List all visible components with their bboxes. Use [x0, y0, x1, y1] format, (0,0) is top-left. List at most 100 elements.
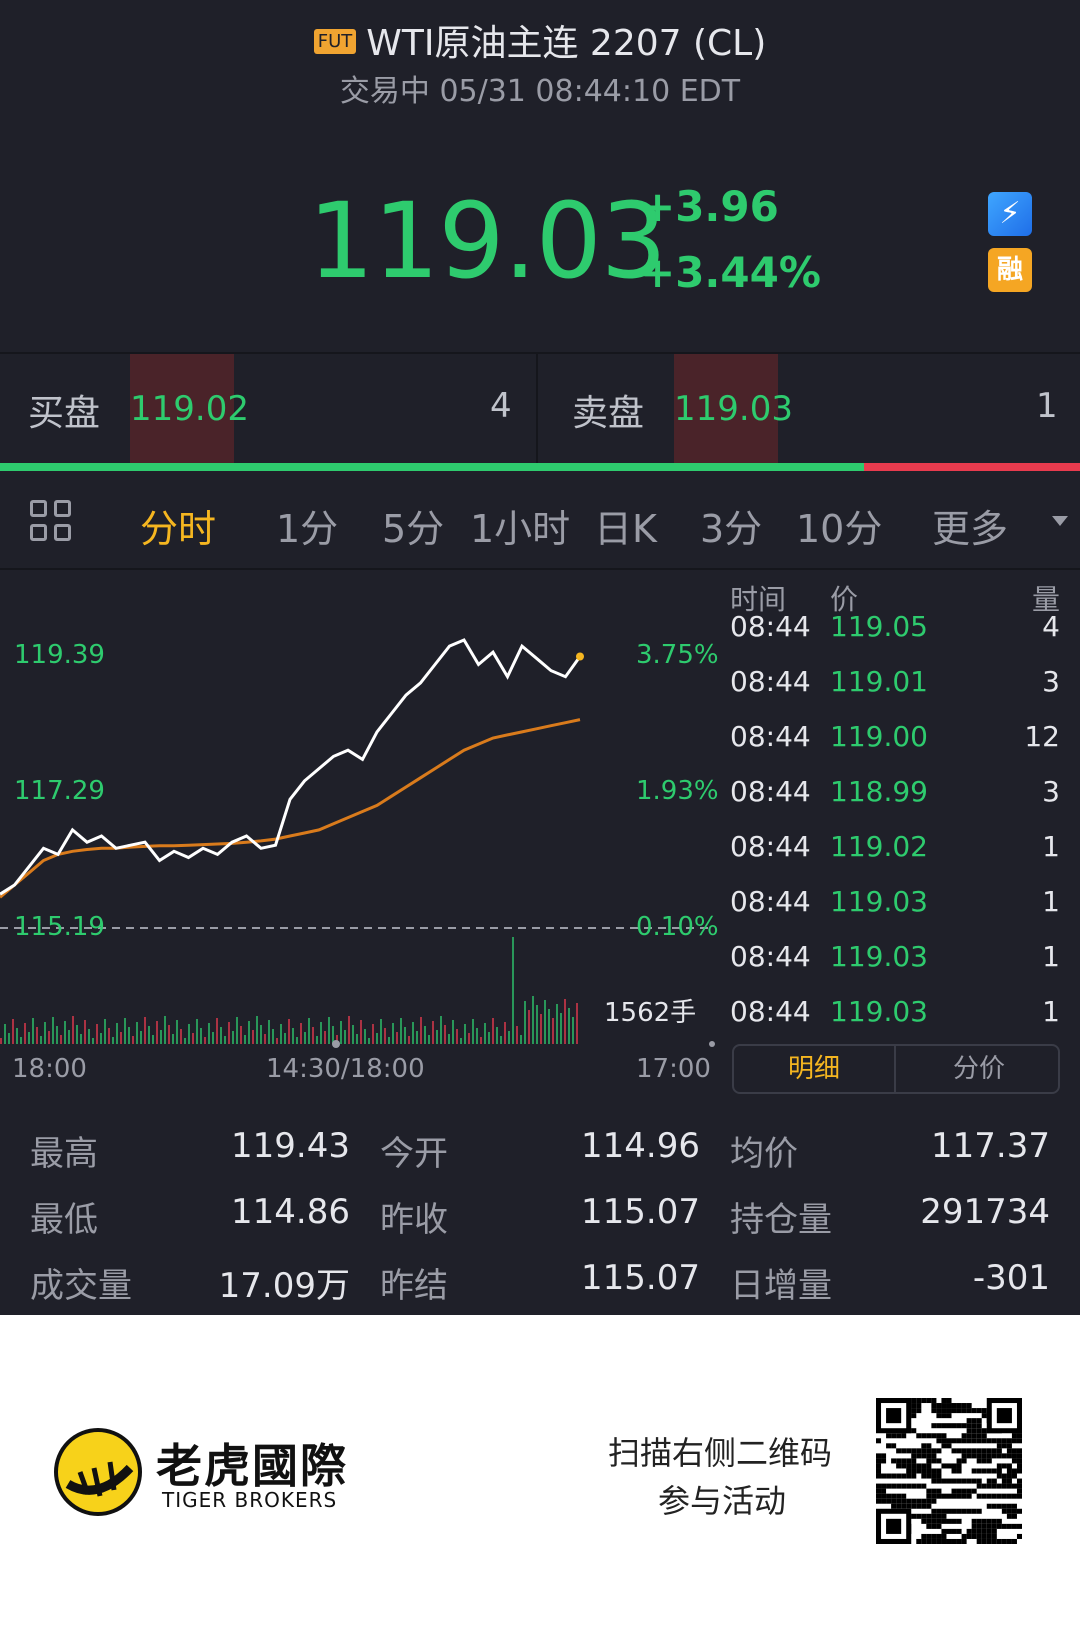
- volume-bar: [100, 1033, 102, 1044]
- tick-row: 08:44 119.03 1: [730, 995, 1060, 1047]
- margin-button[interactable]: 融: [988, 248, 1032, 292]
- volume-bar: [16, 1028, 18, 1044]
- bid-label: 买盘: [28, 393, 101, 434]
- volume-bar: [76, 1025, 78, 1044]
- volume-bar: [160, 1030, 162, 1044]
- y-pct-mid: 1.93%: [636, 776, 719, 806]
- seg-price-button[interactable]: 分价: [898, 1046, 1058, 1092]
- avg-price-line: [0, 718, 581, 899]
- volume-bar: [460, 1038, 462, 1044]
- tick-vol: 4: [1042, 610, 1060, 643]
- volume-bar: [220, 1027, 222, 1044]
- volume-bar: [448, 1034, 450, 1044]
- tick-price: 119.00: [830, 720, 928, 753]
- tick-row: 08:44 119.00 12: [730, 720, 1060, 772]
- volume-bar: [68, 1030, 70, 1044]
- chevron-down-icon[interactable]: [1052, 516, 1068, 526]
- volume-bar: [540, 1014, 542, 1044]
- volume-bar: [280, 1024, 282, 1044]
- brand-name-en: TIGER BROKERS: [162, 1488, 338, 1512]
- tab-5min[interactable]: 5分: [382, 498, 444, 553]
- volume-bar: [532, 996, 534, 1044]
- volume-bar: [568, 1008, 570, 1044]
- volume-bar: [64, 1021, 66, 1044]
- volume-bar: [84, 1020, 86, 1044]
- contract-title: FUT WTI原油主连 2207 (CL): [0, 14, 1080, 66]
- volume-bar: [264, 1034, 266, 1044]
- grid-menu-icon[interactable]: [30, 500, 72, 542]
- volume-bar: [8, 1033, 10, 1044]
- volume-bar: [80, 1034, 82, 1044]
- volume-bar: [204, 1037, 206, 1044]
- last-price: 119.03: [308, 180, 667, 302]
- volume-bar: [308, 1018, 310, 1044]
- volume-bar: [472, 1019, 474, 1044]
- volume-bar: [56, 1026, 58, 1044]
- volume-bar: [300, 1023, 302, 1044]
- volume-bar: [552, 1018, 554, 1044]
- volume-bar: [112, 1037, 114, 1044]
- volume-bar: [256, 1016, 258, 1044]
- tab-3min[interactable]: 3分: [700, 498, 762, 553]
- tab-intraday[interactable]: 分时: [140, 498, 216, 553]
- ask-ratio-fill: [864, 463, 1080, 471]
- volume-bar: [244, 1035, 246, 1044]
- volume-bar: [156, 1021, 158, 1044]
- tick-price: 119.03: [830, 995, 928, 1028]
- volume-bar: [200, 1028, 202, 1044]
- volume-bar: [260, 1025, 262, 1044]
- volume-bar: [284, 1033, 286, 1044]
- tab-1min[interactable]: 1分: [276, 498, 338, 553]
- stat-open-value: 114.96: [581, 1126, 700, 1166]
- bid-price[interactable]: 119.02: [130, 354, 249, 464]
- volume-bar: [92, 1038, 94, 1044]
- volume-bar: [416, 1031, 418, 1044]
- x-label-start: 18:00: [12, 1054, 87, 1084]
- tick-vol: 1: [1042, 830, 1060, 863]
- volume-bar: [72, 1016, 74, 1044]
- tick-price: 119.02: [830, 830, 928, 863]
- volume-bar: [176, 1020, 178, 1044]
- ask-price[interactable]: 119.03: [674, 354, 793, 464]
- stat-high-value: 119.43: [231, 1126, 350, 1166]
- volume-bar: [548, 1009, 550, 1044]
- tab-1hour[interactable]: 1小时: [470, 498, 570, 553]
- volume-bar: [276, 1038, 278, 1044]
- price-line: [0, 638, 582, 896]
- tick-vol: 12: [1024, 720, 1060, 753]
- volume-bar: [392, 1023, 394, 1044]
- volume-bar: [136, 1022, 138, 1044]
- tab-more[interactable]: 更多: [932, 498, 1008, 553]
- stat-oi-value: 291734: [920, 1192, 1050, 1232]
- stat-oi-change-value: -301: [972, 1258, 1050, 1298]
- tick-row: 08:44 119.05 4: [730, 610, 1060, 662]
- lightning-trade-icon[interactable]: ⚡: [988, 192, 1032, 236]
- ask-qty: 1: [1036, 386, 1058, 426]
- volume-bar: [108, 1028, 110, 1044]
- seg-detail-button[interactable]: 明细: [734, 1046, 896, 1092]
- price-change-pct: +3.44%: [640, 248, 821, 297]
- tick-price: 119.01: [830, 665, 928, 698]
- tab-10min[interactable]: 10分: [796, 498, 882, 553]
- volume-bar: [388, 1037, 390, 1044]
- volume-bar: [344, 1030, 346, 1044]
- volume-bar: [500, 1036, 502, 1044]
- volume-bar: [312, 1027, 314, 1044]
- stat-volume-label: 成交量: [30, 1266, 132, 1306]
- stat-open-label: 今开: [380, 1134, 448, 1174]
- volume-bar: [4, 1024, 6, 1044]
- volume-bar: [384, 1028, 386, 1044]
- tick-time: 08:44: [730, 995, 811, 1028]
- brand-name-cn: 老虎國際: [156, 1439, 348, 1493]
- volume-bar: [196, 1019, 198, 1044]
- volume-value: 1562手: [604, 998, 697, 1028]
- stat-oi-change-label: 日增量: [730, 1266, 832, 1306]
- volume-bar: [512, 937, 514, 1044]
- volume-bar: [520, 1035, 522, 1044]
- volume-bar: [288, 1019, 290, 1044]
- x-label-mid: 14:30/18:00: [266, 1054, 425, 1084]
- volume-bar: [148, 1026, 150, 1044]
- volume-bar: [544, 1000, 546, 1044]
- volume-bar: [144, 1017, 146, 1044]
- tab-daily[interactable]: 日K: [594, 498, 657, 553]
